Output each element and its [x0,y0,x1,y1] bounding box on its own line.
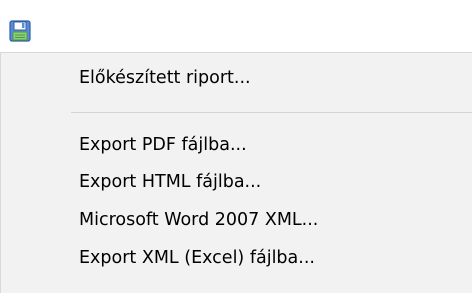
menu-item-export-xml-excel[interactable]: Export XML (Excel) fájlba... [79,246,315,270]
menu-item-export-html[interactable]: Export HTML fájlba... [79,170,261,194]
floppy-disk-icon [9,20,31,42]
menu-item-prepared-report[interactable]: Előkészített riport... [79,66,251,90]
save-button[interactable] [6,17,34,45]
menu-item-export-pdf[interactable]: Export PDF fájlba... [79,133,247,157]
export-menu: Előkészített riport... Export PDF fájlba… [0,52,472,293]
menu-separator [71,112,472,113]
menu-item-word-2007-xml[interactable]: Microsoft Word 2007 XML... [79,208,318,232]
